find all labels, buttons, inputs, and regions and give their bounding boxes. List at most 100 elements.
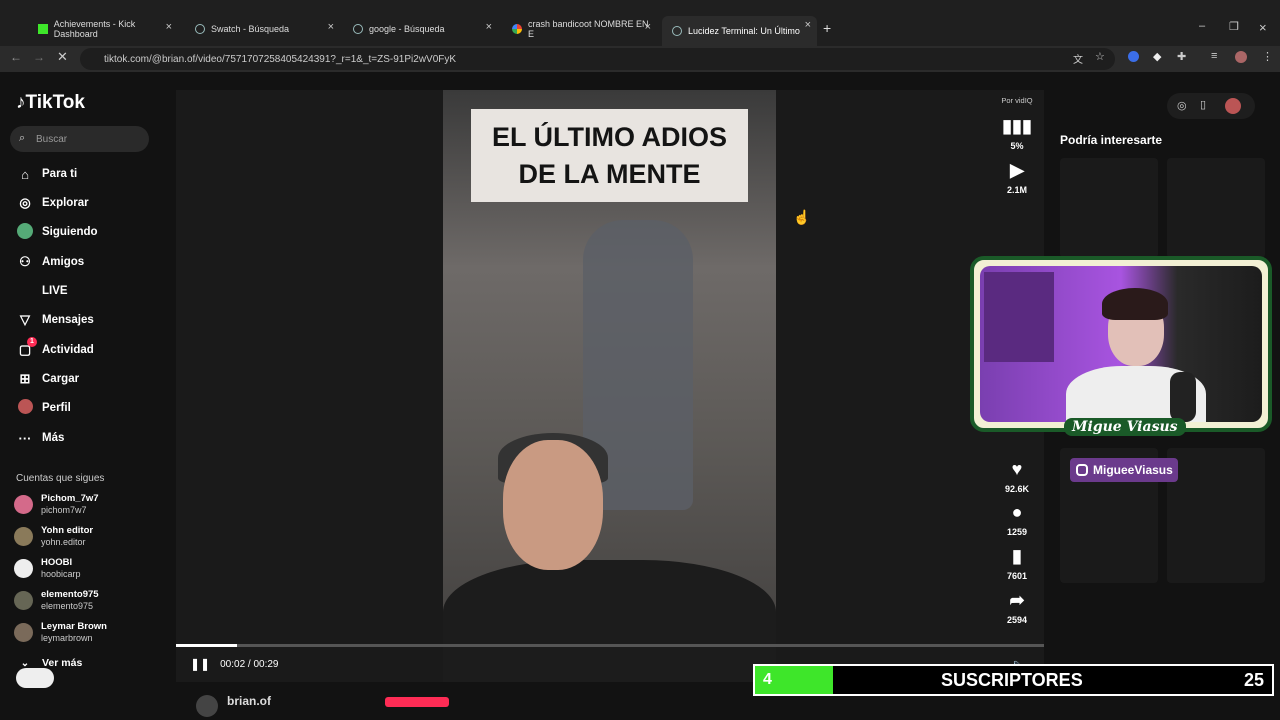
nav-mas[interactable]: ··· Más [16,428,65,448]
forward-icon[interactable]: → [33,50,45,64]
account-name: Pichom_7w7 [41,492,99,504]
video-progress-bar[interactable] [176,644,1044,647]
device-icon[interactable]: ▯ [1200,98,1206,111]
saves-text: 7601 [1006,571,1028,581]
sidebar: ♪TikTok ⌕ Buscar ⌂ Para ti ◎ Explorar Sigu… [0,72,160,720]
suggestion-card[interactable] [1060,158,1158,258]
translate-icon[interactable]: 文 [1073,51,1083,66]
browser-tab[interactable]: Achievements - Kick Dashboard × [28,18,178,40]
nav-live[interactable]: LIVE [16,281,68,301]
nav-label: Explorar [42,197,89,209]
chevron-down-icon: ⌄ [20,657,30,669]
account-name: elemento975 [41,588,99,600]
nav-mensajes[interactable]: ▽ Mensajes [16,310,94,330]
header-toolbar: ◎ ▯ [1167,93,1255,119]
following-account[interactable]: Yohn editor yohn.editor [14,522,93,550]
browser-tab[interactable]: crash bandicoot NOMBRE EN E × [502,18,657,40]
browser-tab-active[interactable]: Lucidez Terminal: Un Último × [662,16,817,46]
vidiq-score[interactable]: ▮▮▮ 5% [997,116,1037,151]
shares-text: 2594 [1006,615,1028,625]
loading-icon[interactable]: ✕ [57,49,68,65]
tab-search-icon[interactable]: ≡ [1211,50,1217,62]
new-tab-button[interactable]: + [823,20,831,36]
account-handle: elemento975 [41,600,94,611]
url-text: tiktok.com/@brian.of/video/7571707258405… [104,53,457,65]
bar-chart-icon: ▮▮▮ [1002,116,1032,136]
puzzle-icon[interactable]: ✚ [1177,50,1186,63]
star-icon[interactable]: ☆ [1095,50,1105,63]
nav-label: Actividad [42,344,94,356]
follow-button[interactable] [385,697,449,707]
streamer-hair [1102,288,1168,320]
avatar [14,622,33,642]
following-account[interactable]: elemento975 elemento975 [14,586,99,614]
back-icon[interactable]: ← [10,50,22,64]
nav-explorar[interactable]: ◎ Explorar [16,193,89,213]
video-caption: EL ÚLTIMO ADIOS DE LA MENTE [471,109,748,202]
avatar[interactable] [1225,98,1241,114]
minimize-icon[interactable]: – [1199,20,1205,32]
instagram-icon [1076,464,1088,476]
avatar [14,558,33,578]
progress-fill [176,644,237,647]
following-header: Cuentas que sigues [16,473,105,484]
caption-line: EL ÚLTIMO ADIOS [492,122,727,152]
search-input[interactable]: ⌕ Buscar [10,126,149,152]
close-icon[interactable]: × [645,21,651,33]
nav-amigos[interactable]: ⚇ Amigos [16,252,84,272]
pause-icon[interactable]: ❚❚ [190,657,210,671]
suggestion-card[interactable] [1167,448,1265,583]
shelf [984,272,1054,362]
nav-label: Cargar [42,373,80,385]
nav-siguiendo[interactable]: Siguiendo [16,222,98,242]
nav-label: Para ti [42,168,78,180]
likes-text: 92.6K [1004,484,1030,494]
suggestion-card[interactable] [1167,158,1265,258]
address-bar: ← → ✕ tiktok.com/@brian.of/video/7571707… [0,46,1280,72]
instagram-badge: MigueeViasus [1070,458,1178,482]
nav-para-ti[interactable]: ⌂ Para ti [16,164,77,184]
profile-avatar-icon[interactable] [1235,51,1247,63]
bookmark-icon: ▮ [1012,546,1022,566]
play-icon: ▶ [1010,160,1024,180]
author-avatar[interactable] [196,695,218,717]
comment-button[interactable]: ● 1259 [997,502,1037,537]
share-icon: ➦ [1009,590,1025,610]
restore-icon[interactable]: ❐ [1229,20,1239,33]
microphone-icon [1170,372,1196,422]
share-button[interactable]: ➦ 2594 [997,590,1037,625]
vidiq-label: Por vidIQ [1001,96,1033,105]
close-icon[interactable]: × [805,19,811,31]
menu-icon[interactable]: ⋮ [1262,50,1273,63]
extension-badge-icon[interactable] [16,668,54,688]
author-name[interactable]: brian.of [227,694,271,708]
following-account[interactable]: Pichom_7w7 pichom7w7 [14,490,99,518]
nav-perfil[interactable]: Perfil [16,398,71,418]
plus-square-icon: ⊞ [19,371,31,386]
following-account[interactable]: Leymar Brown leymarbrown [14,618,107,646]
nav-label: LIVE [42,285,68,297]
nav-actividad[interactable]: ▢ 1 Actividad [16,337,94,360]
save-button[interactable]: ▮ 7601 [997,546,1037,581]
following-account[interactable]: HOOBI hoobicarp [14,554,81,582]
subscriber-goal-bar: 4 SUSCRIPTORES 25 [753,664,1274,696]
close-window-icon[interactable]: × [1259,20,1267,35]
video-frame[interactable]: EL ÚLTIMO ADIOS DE LA MENTE [443,90,776,682]
browser-tab[interactable]: google - Búsqueda × [343,18,498,40]
url-field[interactable]: tiktok.com/@brian.of/video/7571707258405… [80,48,1115,70]
extension-icon[interactable] [1128,51,1139,62]
compass-icon[interactable]: ◎ [1177,99,1187,112]
close-icon[interactable]: × [328,21,334,33]
nav-cargar[interactable]: ⊞ Cargar [16,369,80,389]
tiktok-logo[interactable]: ♪TikTok [16,92,85,114]
tab-title: Achievements - Kick Dashboard [53,19,136,39]
friends-icon: ⚇ [19,254,31,269]
close-icon[interactable]: × [486,21,492,33]
browser-tab[interactable]: Swatch - Búsqueda × [185,18,340,40]
extension-icon[interactable]: ◆ [1153,50,1161,63]
nav-label: Mensajes [42,314,94,326]
more-icon: ··· [18,430,32,446]
logo-text: TikTok [25,92,85,113]
close-icon[interactable]: × [166,21,172,33]
like-button[interactable]: ♥ 92.6K [997,459,1037,494]
